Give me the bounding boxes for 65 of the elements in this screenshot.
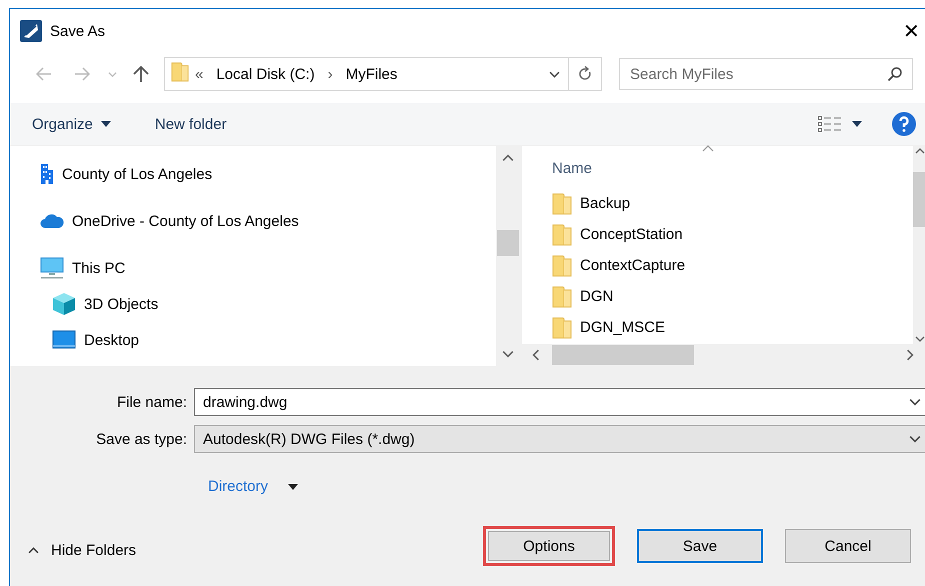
desktop-icon bbox=[52, 330, 76, 350]
sidebar-item[interactable]: Desktop bbox=[84, 332, 140, 348]
scrollbar-thumb[interactable] bbox=[552, 345, 694, 365]
refresh-icon[interactable] bbox=[578, 66, 592, 82]
file-name[interactable]: ConceptStation bbox=[580, 226, 683, 243]
dropdown-caret-icon[interactable] bbox=[100, 121, 111, 127]
scroll-down-icon[interactable] bbox=[502, 348, 514, 360]
file-name[interactable]: ContextCapture bbox=[580, 257, 686, 274]
new-folder-button[interactable]: New folder bbox=[148, 112, 233, 136]
cube-icon bbox=[52, 292, 76, 316]
directory-link[interactable]: Directory bbox=[208, 478, 268, 495]
folder-icon bbox=[552, 192, 572, 214]
folder-icon bbox=[552, 224, 572, 246]
monitor-icon bbox=[40, 257, 64, 279]
sidebar-item[interactable]: County of Los Angeles bbox=[62, 166, 212, 182]
building-icon bbox=[40, 164, 54, 184]
scrollbar-thumb[interactable] bbox=[497, 230, 519, 256]
sidebar-item[interactable]: OneDrive - County of Los Angeles bbox=[72, 212, 299, 230]
scroll-up-icon[interactable] bbox=[502, 152, 514, 164]
app-icon bbox=[20, 20, 42, 42]
window-title: Save As bbox=[50, 22, 106, 40]
vertical-scrollbar[interactable] bbox=[913, 146, 925, 344]
dialog-button[interactable]: Options bbox=[483, 526, 615, 566]
view-details-icon[interactable] bbox=[818, 116, 842, 132]
dropdown-caret-icon[interactable] bbox=[852, 121, 862, 127]
folder-icon bbox=[552, 254, 572, 276]
breadcrumb-item[interactable]: Local Disk (C:) bbox=[209, 66, 322, 82]
scrollbar-thumb[interactable] bbox=[913, 172, 925, 227]
field-label: File name: bbox=[116, 394, 188, 410]
sidebar-item[interactable]: 3D Objects bbox=[84, 296, 158, 312]
dialog-button[interactable]: Cancel bbox=[785, 529, 911, 563]
scroll-up-icon[interactable] bbox=[914, 146, 924, 156]
scroll-right-icon[interactable] bbox=[904, 349, 916, 361]
field-label: Save as type: bbox=[95, 430, 188, 448]
file-name-field[interactable]: drawing.dwg bbox=[194, 388, 925, 416]
collapse-chevron-icon[interactable] bbox=[28, 544, 39, 556]
column-header[interactable]: Name bbox=[552, 160, 592, 176]
folder-icon bbox=[552, 316, 572, 338]
sort-ascending-icon bbox=[702, 144, 714, 152]
search-icon[interactable] bbox=[887, 66, 903, 82]
file-type-dropdown[interactable]: Autodesk(R) DWG Files (*.dwg) bbox=[194, 425, 925, 453]
folder-icon bbox=[171, 61, 189, 83]
dropdown-caret-icon[interactable] bbox=[909, 396, 921, 408]
cloud-icon bbox=[40, 213, 64, 229]
breadcrumb-item[interactable]: MyFiles bbox=[338, 66, 404, 82]
file-name[interactable]: DGN_MSCE bbox=[580, 319, 666, 336]
dropdown-caret-icon[interactable] bbox=[909, 433, 921, 445]
address-bar[interactable]: « Local Disk (C:) › MyFiles bbox=[164, 57, 602, 91]
help-icon[interactable] bbox=[892, 112, 916, 136]
path-overflow[interactable]: « bbox=[189, 66, 210, 82]
search-field[interactable]: Search MyFiles bbox=[619, 58, 913, 90]
file-name[interactable]: Backup bbox=[580, 195, 630, 212]
vertical-scrollbar[interactable] bbox=[496, 146, 520, 366]
scroll-left-icon[interactable] bbox=[530, 349, 542, 361]
close-button[interactable]: ✕ bbox=[899, 18, 924, 44]
hide-folders-button[interactable]: Hide Folders bbox=[28, 542, 136, 558]
organize-menu[interactable]: Organize bbox=[26, 112, 117, 136]
file-name[interactable]: DGN bbox=[580, 288, 614, 305]
folder-icon bbox=[552, 286, 572, 308]
up-arrow-icon[interactable] bbox=[133, 65, 149, 83]
dropdown-caret-icon[interactable] bbox=[288, 484, 298, 490]
scroll-down-icon[interactable] bbox=[914, 334, 924, 344]
sidebar-item[interactable]: This PC bbox=[72, 260, 126, 276]
path-separator: › bbox=[326, 66, 334, 82]
dialog-button[interactable]: Save bbox=[637, 529, 763, 563]
